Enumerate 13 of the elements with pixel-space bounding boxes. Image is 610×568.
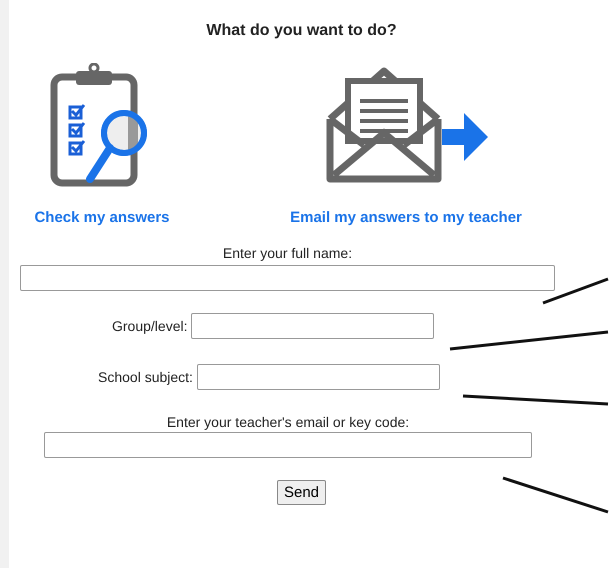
text-field[interactable] (44, 432, 532, 458)
action-link[interactable]: Email my answers to my teacher (290, 209, 522, 226)
field-label: Group/level: (112, 318, 188, 334)
text-field[interactable] (196, 364, 440, 390)
text-field[interactable] (191, 313, 434, 339)
leader-line (542, 278, 609, 304)
action-link[interactable]: Check my answers (34, 209, 170, 226)
send-button[interactable]: Send (276, 480, 326, 505)
field-label: Enter your full name: (222, 245, 352, 261)
text-field[interactable] (20, 265, 555, 291)
question-heading: What do you want to do? (205, 21, 398, 40)
field-label: Enter your teacher's email or key code: (166, 414, 410, 430)
field-label: School subject: (98, 369, 193, 385)
